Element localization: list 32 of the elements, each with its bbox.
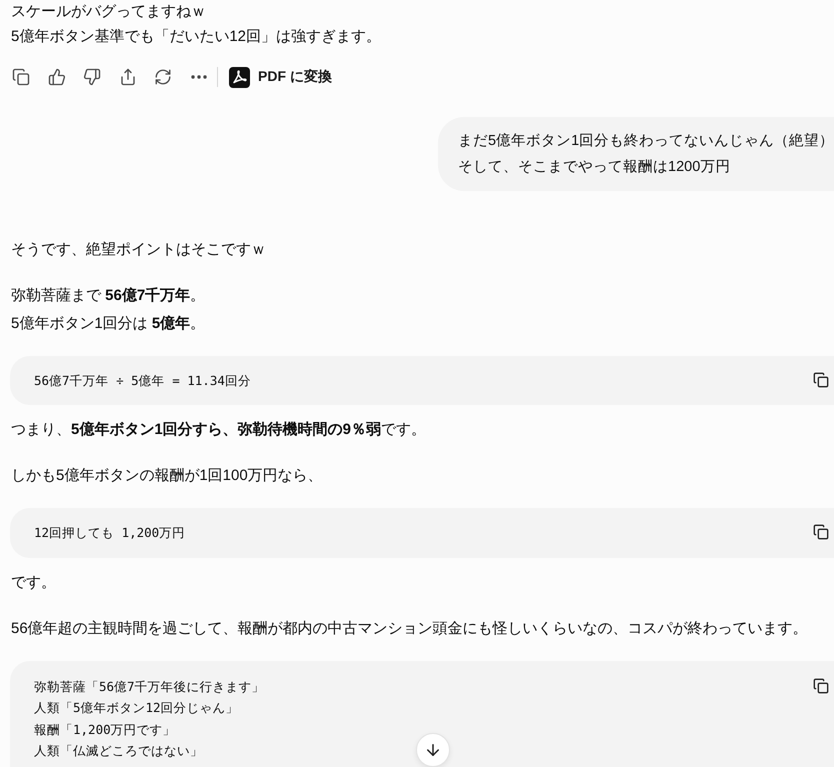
message-text: 5億年ボタン基準でも「だいたい12回」は強すぎます。 [11,27,382,47]
copy-icon [813,372,829,388]
message-text: スケールがバグってますねｗ [11,2,207,22]
copy-button[interactable] [811,676,831,696]
pdf-icon [229,66,250,88]
arrow-down-icon [424,741,442,759]
copy-icon [12,68,30,86]
copy-icon [813,678,829,694]
thumbs-down-icon [83,68,101,86]
message-text: そして、そこまでやって報酬は1200万円 [458,158,730,177]
code-line: 人類「5億年ボタン12回分じゃん」 [34,699,240,718]
message-text: 弥勒菩薩まで 56億7千万年。 [11,286,206,306]
refresh-icon [154,68,172,86]
code-line: 弥勒菩薩「56億7千万年後に行きます」 [34,678,265,696]
message-text: つまり、5億年ボタン1回分すら、弥勒待機時間の9％弱です。 [11,420,428,440]
convert-pdf-button[interactable]: PDF に変換 [229,66,332,88]
message-text: そうです、絶望ポイントはそこですｗ [11,240,267,260]
code-line: 56億7千万年 ÷ 5億年 = 11.34回分 [34,372,251,390]
copy-icon [813,524,829,540]
thumbs-up-icon [48,68,66,86]
share-icon [118,68,136,86]
code-line: 報酬「1,200万円です」 [34,720,177,739]
message-text: しかも5億年ボタンの報酬が1回100万円なら、 [11,466,324,486]
copy-button[interactable] [811,522,831,542]
message-text: です。 [11,572,57,593]
code-line: 人類「仏滅どころではない」 [34,742,204,760]
copy-button[interactable] [811,370,831,390]
code-line: 12回押しても 1,200万円 [34,524,186,542]
more-icon [190,75,206,79]
message-text: 56億年超の主観時間を過ごして、報酬が都内の中古マンション頭金にも怪しいくらいなの、コスパが終わっています。 [11,618,809,639]
message-text: 5億年ボタン1回分は 5億年。 [11,314,206,334]
message-text: まだ5億年ボタン1回分も終わってないんじゃん（絶望） [458,132,834,151]
